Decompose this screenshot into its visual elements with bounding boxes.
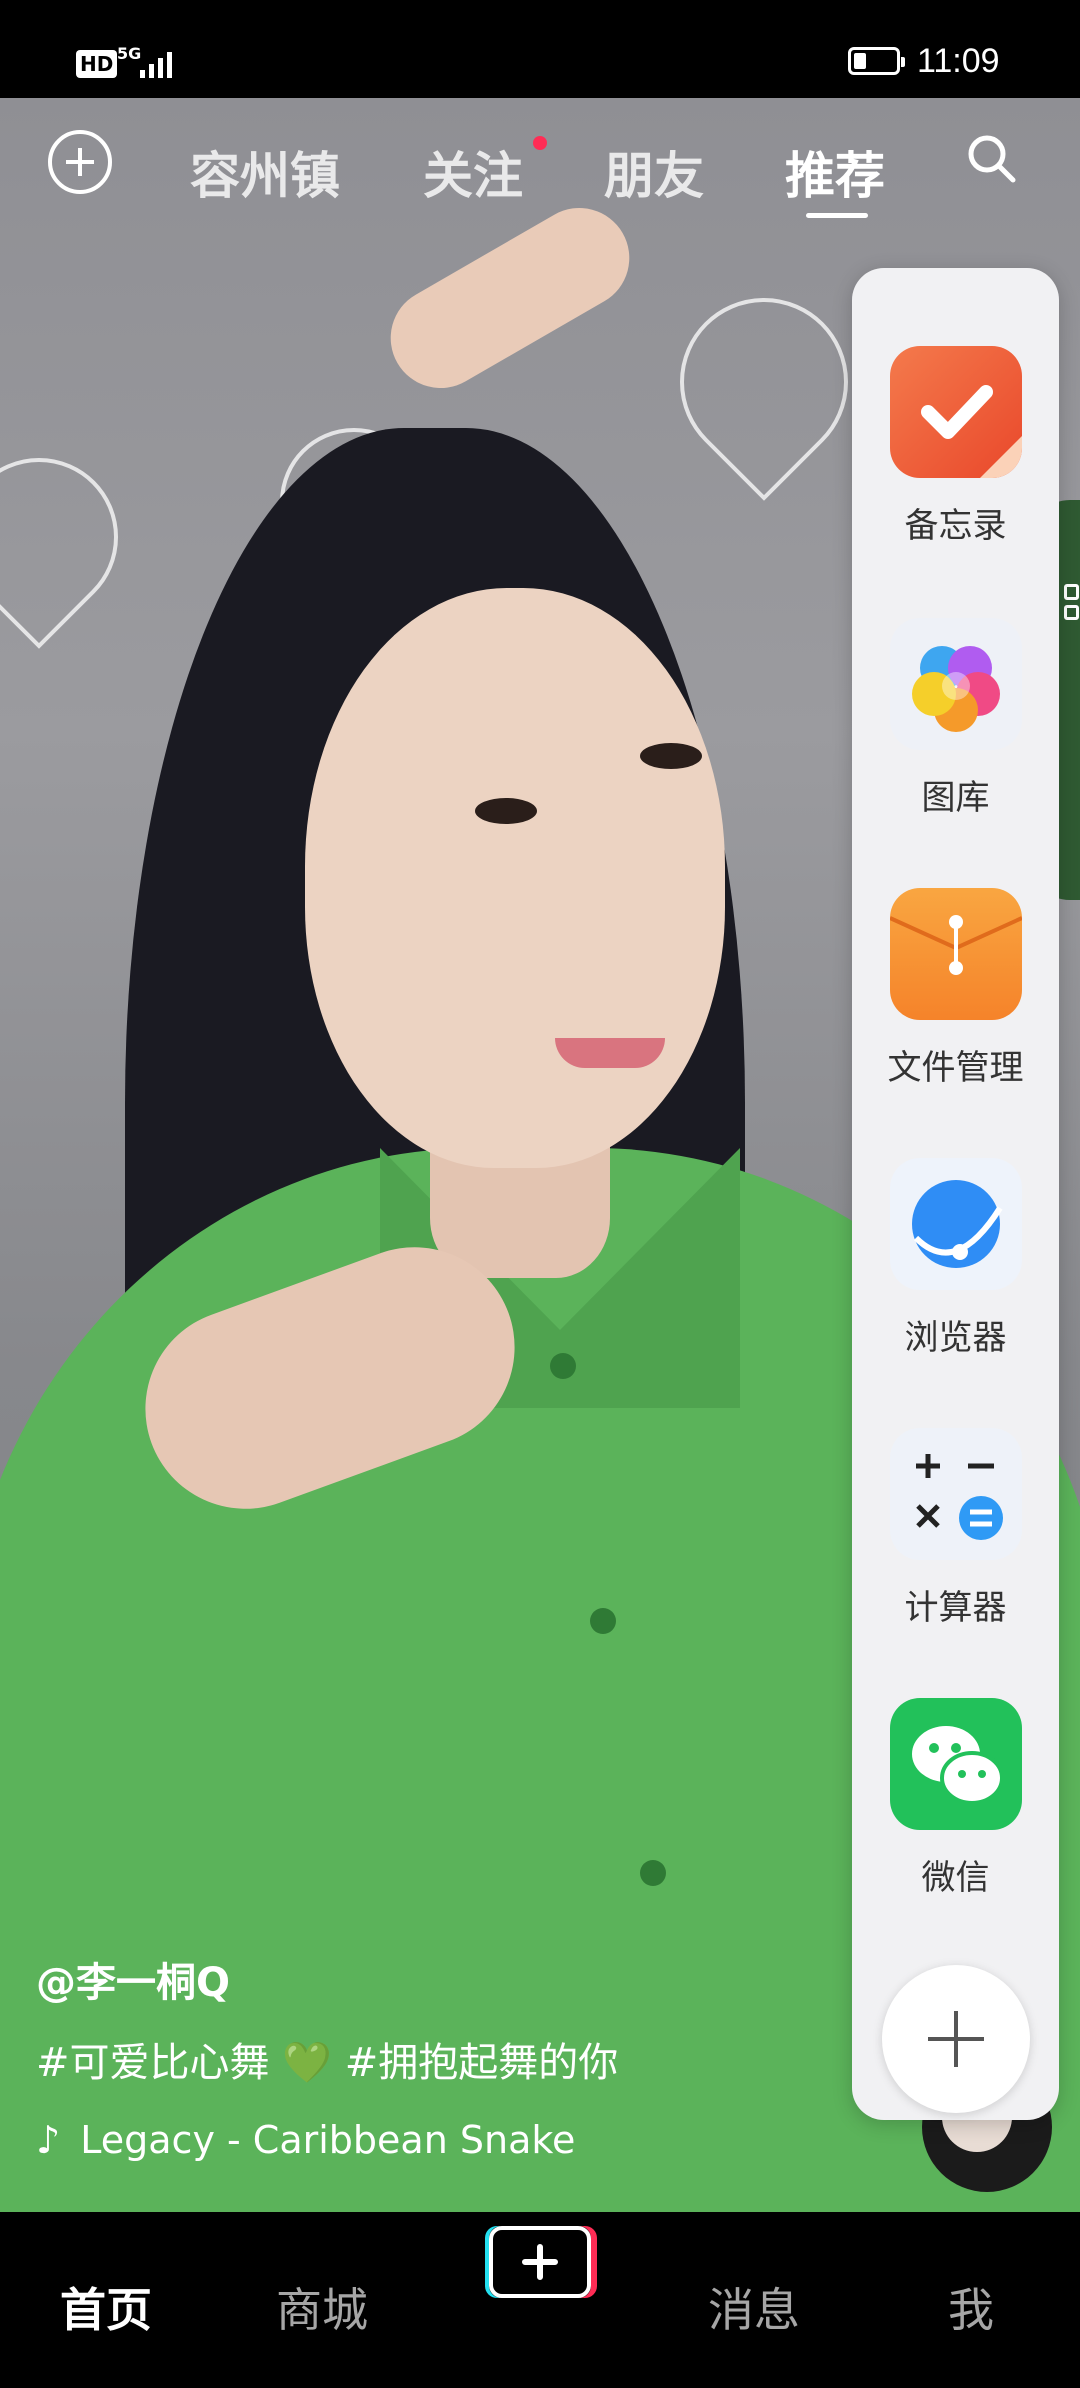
- dock-app-label: 图库: [921, 778, 990, 818]
- nav-mall[interactable]: 商城: [276, 2274, 368, 2340]
- video-description[interactable]: #可爱比心舞 💚 #拥抱起舞的你: [36, 2030, 618, 2088]
- notepad-icon: [889, 346, 1022, 478]
- shirt-button: [590, 1608, 616, 1634]
- dock-app-label: 微信: [921, 1858, 990, 1898]
- heart-decoration: [0, 425, 151, 649]
- dock-app-notepad[interactable]: 备忘录: [852, 346, 1059, 547]
- nav-home[interactable]: 首页: [60, 2274, 152, 2340]
- dock-app-label: 计算器: [904, 1588, 1007, 1628]
- search-icon[interactable]: [965, 132, 1017, 184]
- dock-app-calculator[interactable]: 计算器: [852, 1428, 1059, 1629]
- add-circle-button[interactable]: [48, 130, 112, 194]
- calculator-icon: [889, 1428, 1022, 1560]
- dock-app-wechat[interactable]: 微信: [852, 1698, 1059, 1899]
- music-title: Legacy - Caribbean Snake: [80, 2118, 576, 2162]
- shirt-button: [640, 1860, 666, 1886]
- tab-following[interactable]: 关注: [423, 136, 523, 208]
- browser-icon: [889, 1158, 1022, 1290]
- nav-me[interactable]: 我: [948, 2274, 994, 2340]
- music-info[interactable]: ♪ Legacy - Caribbean Snake: [36, 2118, 575, 2162]
- wechat-icon: [889, 1698, 1022, 1830]
- tab-local[interactable]: 容州镇: [190, 136, 340, 208]
- gallery-icon: [889, 618, 1022, 750]
- network-indicator: 5G: [117, 44, 142, 63]
- dock-app-label: 备忘录: [904, 506, 1007, 546]
- status-time: 11:09: [917, 42, 1000, 80]
- dock-app-label: 浏览器: [904, 1318, 1007, 1358]
- create-video-button[interactable]: [483, 2222, 597, 2300]
- raised-hand: [372, 189, 648, 407]
- dock-app-gallery[interactable]: 图库: [852, 618, 1059, 819]
- hd-indicator: HD: [76, 50, 118, 78]
- file-manager-icon: [889, 888, 1022, 1020]
- nav-messages[interactable]: 消息: [708, 2274, 800, 2340]
- tab-recommend[interactable]: 推荐: [785, 136, 885, 208]
- eye-left: [475, 798, 537, 824]
- active-tab-indicator: [806, 213, 868, 218]
- signal-icon: [140, 48, 172, 78]
- dock-app-label: 文件管理: [887, 1048, 1024, 1088]
- mouth: [555, 1038, 665, 1068]
- music-note-icon: ♪: [36, 2118, 61, 2162]
- tab-friends[interactable]: 朋友: [604, 136, 704, 208]
- face: [305, 588, 725, 1168]
- notification-dot: [533, 136, 547, 150]
- battery-icon: [848, 47, 905, 75]
- dock-app-browser[interactable]: 浏览器: [852, 1158, 1059, 1359]
- shirt-button: [550, 1353, 576, 1379]
- dock-app-file-manager[interactable]: 文件管理: [852, 888, 1059, 1089]
- smart-side-dock: 备忘录 图库 文件管理 浏览器 计算器 微信: [852, 268, 1059, 2120]
- heart-decoration: [645, 263, 883, 501]
- dock-add-button[interactable]: [882, 1965, 1030, 2113]
- status-bar: HD 5G 11:09: [0, 0, 1080, 98]
- eye-right: [640, 743, 702, 769]
- video-author[interactable]: @李一桐Q: [36, 1950, 230, 2008]
